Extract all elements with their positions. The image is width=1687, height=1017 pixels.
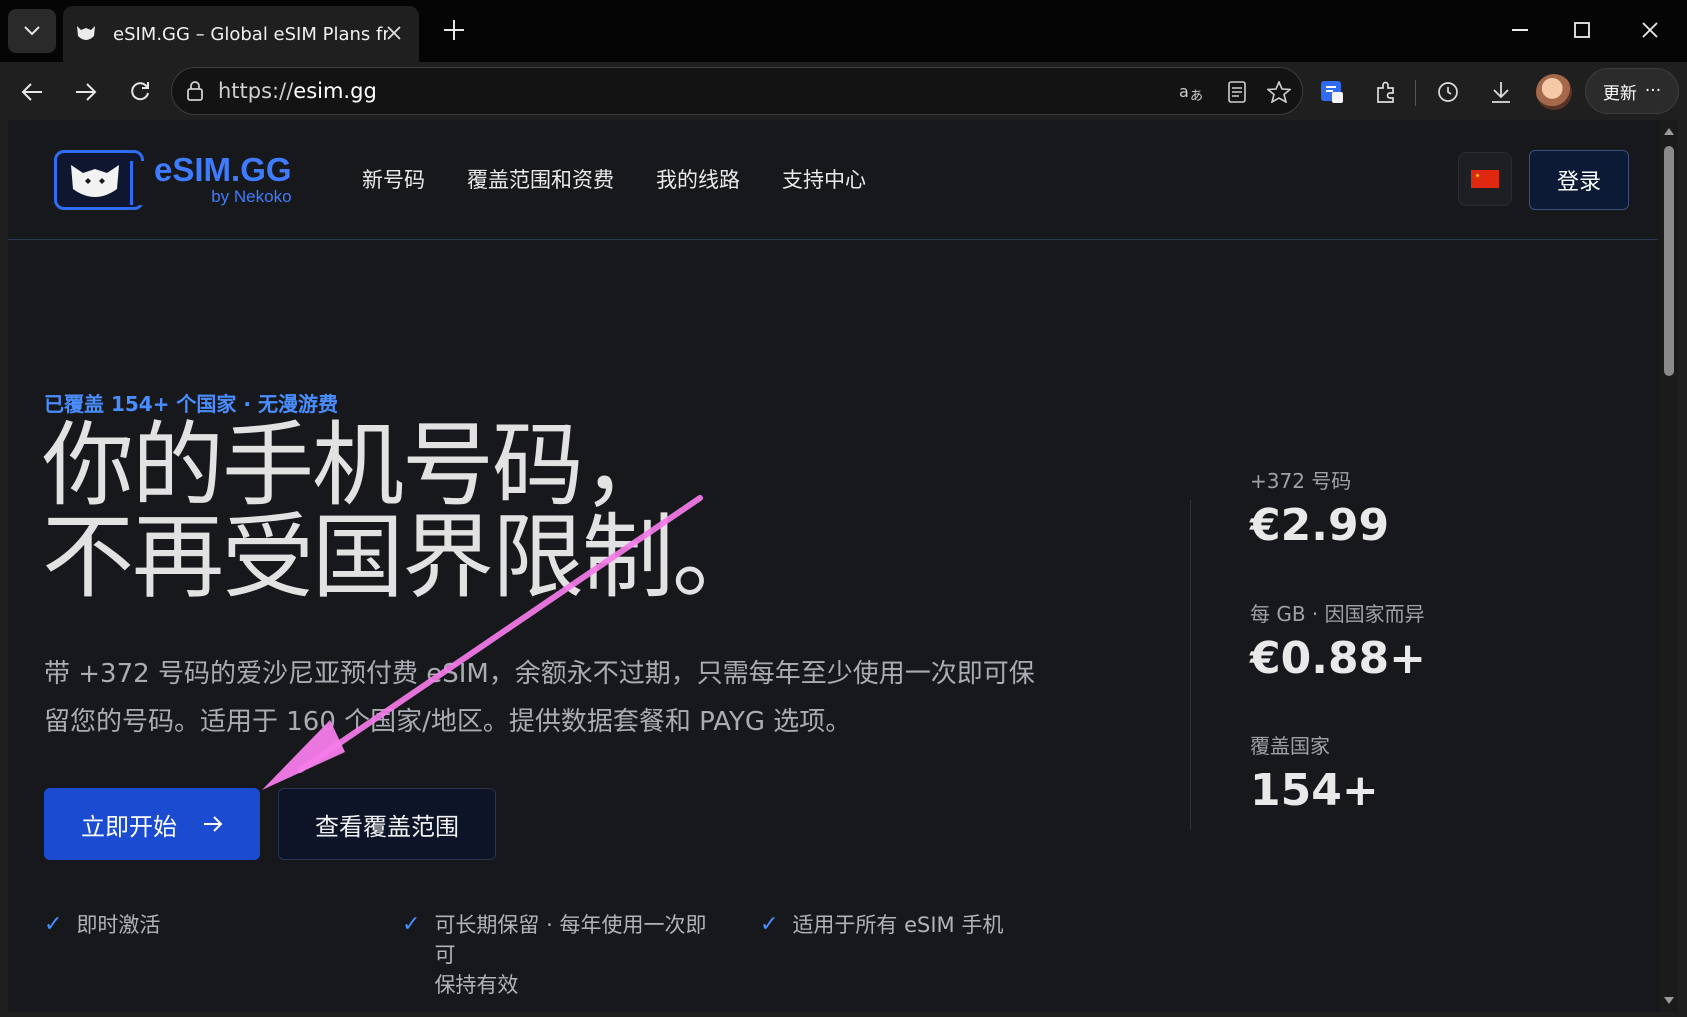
page-viewport: eSIM.GG by Nekoko 新号码 覆盖范围和资费 我的线路 支持中心 … bbox=[8, 120, 1670, 1012]
nav-item-coverage-pricing[interactable]: 覆盖范围和资费 bbox=[467, 164, 614, 194]
stat-data-price: 每 GB · 因国家而异 €0.88+ bbox=[1250, 598, 1426, 684]
toolbar-separator bbox=[1415, 80, 1416, 106]
language-selector-button[interactable] bbox=[1458, 152, 1512, 206]
hero-title: 你的手机号码， 不再受国界限制。 bbox=[42, 412, 764, 611]
browser-toolbar: https://esim.gg aあ 更新 ··· bbox=[0, 62, 1687, 120]
hero-title-line-1: 你的手机号码， bbox=[42, 412, 674, 519]
stat-label: 每 GB · 因国家而异 bbox=[1250, 602, 1425, 626]
logo-byline: by Nekoko bbox=[211, 187, 292, 206]
scrollbar-thumb[interactable] bbox=[1664, 146, 1674, 376]
page-scrollbar[interactable] bbox=[1660, 120, 1678, 1012]
favorite-star-icon[interactable] bbox=[1264, 78, 1294, 106]
new-tab-button[interactable] bbox=[438, 14, 470, 46]
url-scheme: https:// bbox=[218, 79, 294, 103]
browser-tab-active[interactable]: eSIM.GG – Global eSIM Plans from bbox=[63, 6, 419, 62]
main-nav: 新号码 覆盖范围和资费 我的线路 支持中心 bbox=[362, 164, 866, 194]
svg-text:a: a bbox=[1179, 82, 1189, 101]
feature-item: ✓ 即时激活 bbox=[44, 910, 160, 940]
arrow-left-icon bbox=[21, 83, 42, 101]
update-label: 更新 bbox=[1602, 83, 1637, 104]
tab-actions-menu-button[interactable] bbox=[8, 9, 56, 53]
check-icon: ✓ bbox=[760, 912, 779, 937]
minimize-window-button[interactable] bbox=[1500, 12, 1540, 48]
plus-icon bbox=[444, 20, 464, 40]
forward-button[interactable] bbox=[66, 72, 106, 112]
china-flag-icon bbox=[1471, 170, 1499, 188]
feature-text: 适用于所有 eSIM 手机 bbox=[792, 913, 1004, 937]
nav-item-new-number[interactable]: 新号码 bbox=[362, 164, 425, 194]
stat-label: 覆盖国家 bbox=[1250, 734, 1330, 758]
more-options-icon: ··· bbox=[1644, 81, 1662, 101]
hero-description: 带 +372 号码的爱沙尼亚预付费 eSIM，余额永不过期，只需每年至少使用一次… bbox=[44, 650, 1064, 746]
logo-name: eSIM.GG bbox=[154, 151, 292, 188]
url-host: esim.gg bbox=[293, 79, 377, 103]
svg-text:あ: あ bbox=[1190, 89, 1203, 103]
minimize-icon bbox=[1512, 29, 1528, 31]
cat-sim-logo-icon bbox=[54, 150, 144, 210]
site-header: eSIM.GG by Nekoko 新号码 覆盖范围和资费 我的线路 支持中心 … bbox=[8, 120, 1658, 240]
url-text[interactable]: https://esim.gg bbox=[218, 79, 377, 103]
feature-text: 可长期保留 · 每年使用一次即可 保持有效 bbox=[434, 913, 707, 997]
get-started-label: 立即开始 bbox=[81, 812, 177, 841]
scroll-up-icon[interactable] bbox=[1664, 128, 1674, 135]
maximize-icon bbox=[1574, 22, 1590, 38]
update-button[interactable]: 更新 ··· bbox=[1585, 68, 1679, 114]
feature-item: ✓ 适用于所有 eSIM 手机 bbox=[760, 910, 1003, 940]
scroll-down-icon[interactable] bbox=[1664, 997, 1674, 1004]
login-button[interactable]: 登录 bbox=[1529, 150, 1629, 210]
check-icon: ✓ bbox=[44, 912, 63, 937]
close-icon bbox=[1642, 22, 1658, 38]
feature-text: 即时激活 bbox=[76, 913, 161, 937]
stat-value: €0.88+ bbox=[1250, 633, 1427, 684]
arrow-right-icon bbox=[204, 816, 223, 832]
stats-divider bbox=[1190, 500, 1191, 830]
extensions-puzzle-icon[interactable] bbox=[1368, 72, 1404, 112]
stat-countries: 覆盖国家 154+ bbox=[1250, 730, 1379, 816]
downloads-icon[interactable] bbox=[1483, 72, 1519, 112]
address-bar[interactable]: https://esim.gg aあ bbox=[171, 67, 1303, 115]
history-icon[interactable] bbox=[1430, 72, 1466, 112]
stat-value: 154+ bbox=[1250, 765, 1379, 816]
hero-title-line-2: 不再受国界限制。 bbox=[42, 504, 764, 611]
profile-avatar[interactable] bbox=[1536, 74, 1572, 110]
browser-essentials-icon[interactable] bbox=[1314, 72, 1350, 112]
stat-value: €2.99 bbox=[1250, 500, 1390, 551]
browser-titlebar: eSIM.GG – Global eSIM Plans from bbox=[0, 0, 1687, 62]
maximize-window-button[interactable] bbox=[1562, 12, 1602, 48]
check-icon: ✓ bbox=[402, 912, 421, 937]
view-coverage-button[interactable]: 查看覆盖范围 bbox=[278, 788, 496, 860]
site-logo[interactable]: eSIM.GG by Nekoko bbox=[54, 150, 292, 210]
hero-description-line-2: 留您的号码。适用于 160 个国家/地区。提供数据套餐和 PAYG 选项。 bbox=[44, 707, 852, 737]
nav-item-my-lines[interactable]: 我的线路 bbox=[656, 164, 740, 194]
close-window-button[interactable] bbox=[1630, 12, 1670, 48]
tab-title: eSIM.GG – Global eSIM Plans from bbox=[113, 23, 388, 45]
hero-description-line-1: 带 +372 号码的爱沙尼亚预付费 eSIM，余额永不过期，只需每年至少使用一次… bbox=[44, 659, 1035, 689]
refresh-icon bbox=[131, 82, 149, 101]
arrow-right-icon bbox=[76, 83, 97, 101]
close-tab-icon[interactable] bbox=[383, 22, 405, 44]
chevron-down-icon bbox=[24, 26, 40, 36]
site-favicon-icon bbox=[75, 23, 97, 45]
lock-icon[interactable] bbox=[186, 80, 204, 106]
reload-button[interactable] bbox=[120, 72, 160, 112]
back-button[interactable] bbox=[12, 72, 52, 112]
stat-label: +372 号码 bbox=[1250, 469, 1352, 493]
stat-number-price: +372 号码 €2.99 bbox=[1250, 465, 1389, 551]
feature-item: ✓ 可长期保留 · 每年使用一次即可 保持有效 bbox=[402, 910, 724, 1000]
translate-icon[interactable]: aあ bbox=[1177, 78, 1207, 106]
get-started-button[interactable]: 立即开始 bbox=[44, 788, 260, 860]
reader-mode-icon[interactable] bbox=[1222, 78, 1252, 106]
nav-item-support[interactable]: 支持中心 bbox=[782, 164, 866, 194]
